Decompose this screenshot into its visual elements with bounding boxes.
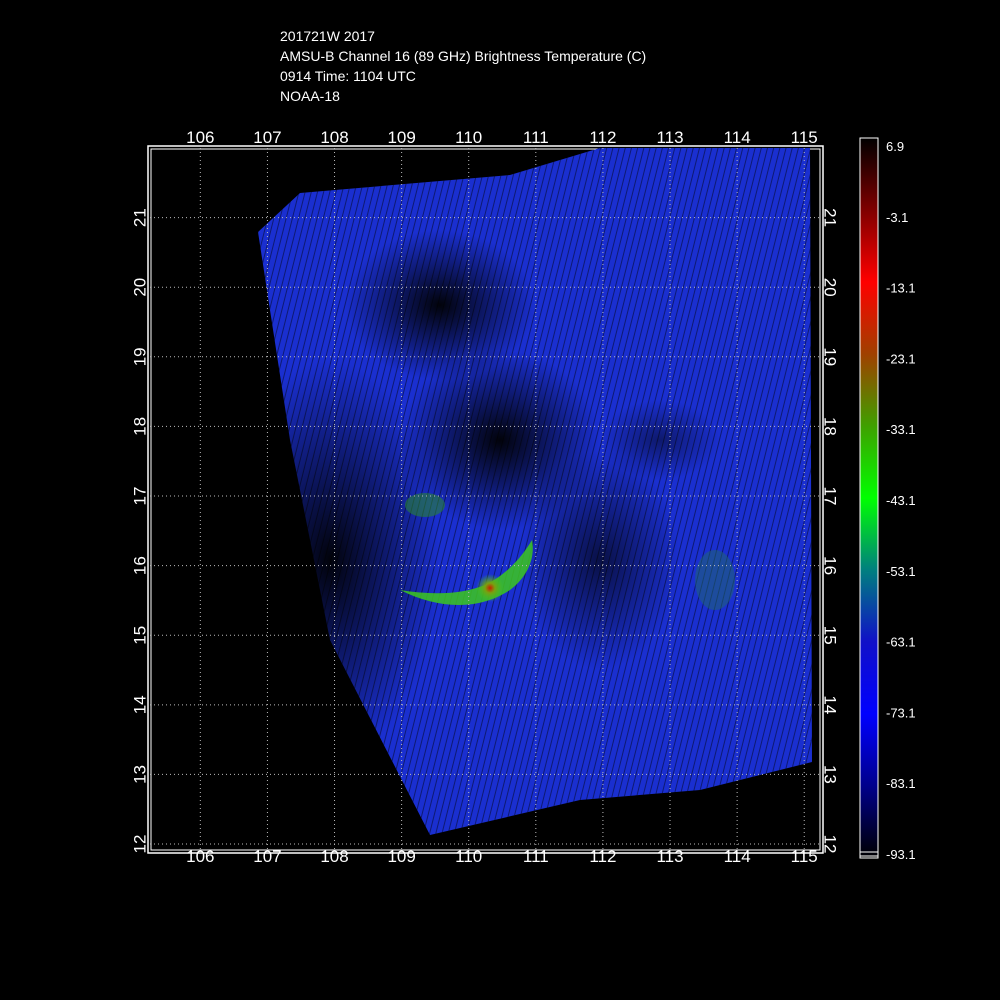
- lon-tick-label: 108: [320, 128, 348, 147]
- colorbar-label: -13.1: [886, 281, 916, 296]
- colorbar-label: 6.9: [886, 139, 904, 154]
- colorbar-label: -53.1: [886, 564, 916, 579]
- lon-tick-label: 110: [455, 847, 482, 866]
- lon-tick-label: 109: [387, 847, 415, 866]
- lat-tick-label: 21: [821, 208, 840, 227]
- lon-tick-label: 113: [656, 128, 683, 147]
- lat-tick-label: 16: [821, 556, 840, 575]
- dark-region-ne: [600, 400, 720, 480]
- lat-tick-label: 12: [821, 835, 840, 854]
- lon-ticks-top: 106 107 108 109 110 111 112 113 114 115: [186, 128, 818, 147]
- lat-tick-label: 12: [131, 835, 150, 854]
- lat-tick-label: 16: [131, 556, 150, 575]
- lon-tick-label: 106: [186, 847, 214, 866]
- lat-tick-label: 18: [821, 417, 840, 436]
- lat-ticks-left: 12 13 14 15 16 17 18 19 20 21: [131, 208, 150, 853]
- lat-tick-label: 21: [131, 208, 150, 227]
- lat-tick-label: 19: [821, 347, 840, 366]
- lat-tick-label: 13: [131, 765, 150, 784]
- lon-tick-label: 106: [186, 128, 214, 147]
- lon-tick-label: 110: [455, 128, 482, 147]
- colorbar-label: -23.1: [886, 351, 916, 366]
- lon-tick-label: 115: [791, 128, 818, 147]
- colorbar-label: -73.1: [886, 705, 916, 720]
- swath-imagery: [220, 148, 812, 835]
- colorbar-label: -43.1: [886, 493, 916, 508]
- lon-tick-label: 111: [523, 847, 549, 866]
- lat-tick-label: 18: [131, 417, 150, 436]
- lon-tick-label: 114: [724, 847, 751, 866]
- lon-tick-label: 111: [523, 128, 549, 147]
- lat-tick-label: 20: [821, 278, 840, 297]
- dark-region-east: [520, 450, 680, 670]
- lon-tick-label: 108: [320, 847, 348, 866]
- lon-tick-label: 107: [253, 847, 281, 866]
- lat-tick-label: 15: [821, 626, 840, 645]
- colorbar-label: -33.1: [886, 422, 916, 437]
- lat-tick-label: 14: [821, 695, 840, 714]
- lon-tick-label: 112: [589, 847, 616, 866]
- colorbar: [860, 138, 878, 858]
- lon-tick-label: 109: [387, 128, 415, 147]
- colorbar-label: -3.1: [886, 210, 908, 225]
- lat-tick-label: 13: [821, 765, 840, 784]
- colorbar-label: -93.1: [886, 847, 916, 862]
- lon-tick-label: 114: [724, 128, 751, 147]
- lat-tick-label: 20: [131, 278, 150, 297]
- lat-tick-label: 17: [821, 487, 840, 506]
- cold-patch-east: [695, 550, 735, 610]
- coldest-core: [476, 574, 504, 602]
- lon-tick-label: 107: [253, 128, 281, 147]
- cold-patch-north: [405, 493, 445, 517]
- colorbar-label: -63.1: [886, 635, 916, 650]
- lat-tick-label: 14: [131, 695, 150, 714]
- map-figure: 106 107 108 109 110 111 112 113 114 115 106 107 108…: [131, 128, 916, 866]
- lon-tick-label: 115: [791, 847, 818, 866]
- colorbar-label: -83.1: [886, 776, 916, 791]
- lon-tick-label: 112: [589, 128, 616, 147]
- lat-tick-label: 19: [131, 347, 150, 366]
- lat-tick-label: 15: [131, 626, 150, 645]
- dark-region-west: [220, 360, 440, 760]
- lat-tick-label: 17: [131, 487, 150, 506]
- lon-tick-label: 113: [656, 847, 683, 866]
